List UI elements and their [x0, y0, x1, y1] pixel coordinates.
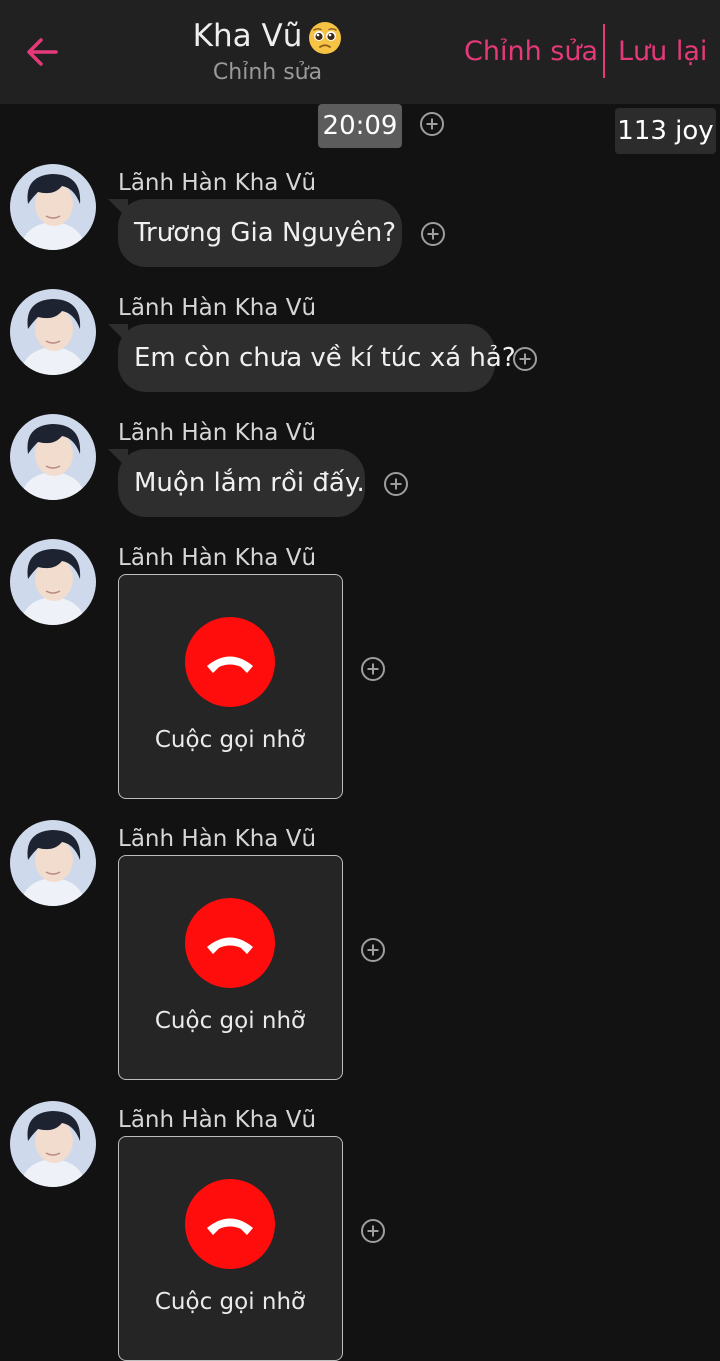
- missed-call-label: Cuộc gọi nhỡ: [154, 727, 306, 753]
- avatar[interactable]: [10, 164, 96, 250]
- avatar-photo: [10, 539, 96, 625]
- pleading-face-icon: [309, 21, 342, 54]
- missed-call-label: Cuộc gọi nhỡ: [154, 1289, 306, 1315]
- header-divider: [603, 24, 605, 78]
- add-reaction-icon[interactable]: [419, 220, 447, 248]
- sender-name: Lãnh Hàn Kha Vũ: [118, 826, 317, 852]
- message-bubble[interactable]: Muộn lắm rồi đấy.: [118, 449, 365, 517]
- missed-call-label: Cuộc gọi nhỡ: [154, 1008, 306, 1034]
- sender-name: Lãnh Hàn Kha Vũ: [118, 170, 317, 196]
- message-bubble[interactable]: Em còn chưa về kí túc xá hả?: [118, 324, 516, 392]
- missed-call-card[interactable]: Cuộc gọi nhỡ: [118, 574, 343, 799]
- add-reaction-icon[interactable]: [359, 1217, 387, 1245]
- add-reaction-icon[interactable]: [511, 345, 539, 373]
- conversation-title: Kha Vũ: [160, 16, 375, 56]
- avatar-photo: [10, 414, 96, 500]
- sender-name: Lãnh Hàn Kha Vũ: [118, 420, 317, 446]
- sender-name: Lãnh Hàn Kha Vũ: [118, 1107, 317, 1133]
- add-reaction-icon[interactable]: [359, 936, 387, 964]
- avatar-photo: [10, 820, 96, 906]
- phone-hangup-icon: [185, 617, 275, 707]
- phone-hangup-icon: [185, 1179, 275, 1269]
- avatar[interactable]: [10, 414, 96, 500]
- avatar-photo: [10, 289, 96, 375]
- conversation-title-block: Kha Vũ Chỉnh sửa: [160, 16, 375, 88]
- avatar[interactable]: [10, 539, 96, 625]
- sender-name: Lãnh Hàn Kha Vũ: [118, 295, 317, 321]
- header-subtitle: Chỉnh sửa: [212, 60, 323, 85]
- contact-name: Kha Vũ: [192, 18, 303, 54]
- missed-call-card[interactable]: Cuộc gọi nhỡ: [118, 1136, 343, 1361]
- missed-call-card[interactable]: Cuộc gọi nhỡ: [118, 855, 343, 1080]
- edit-button[interactable]: Chỉnh sửa: [464, 36, 598, 67]
- avatar-photo: [10, 164, 96, 250]
- avatar[interactable]: [10, 820, 96, 906]
- time-chip[interactable]: 20:09: [318, 104, 402, 148]
- top-bar: Kha Vũ Chỉnh sửa Chỉnh sửa Lưu lại: [0, 0, 720, 104]
- save-button[interactable]: Lưu lại: [618, 36, 707, 67]
- joy-badge[interactable]: 113 joy: [615, 108, 716, 154]
- back-arrow-icon[interactable]: [22, 32, 62, 72]
- sender-name: Lãnh Hàn Kha Vũ: [118, 545, 317, 571]
- avatar-photo: [10, 1101, 96, 1187]
- add-reaction-icon[interactable]: [382, 470, 410, 498]
- phone-hangup-icon: [185, 898, 275, 988]
- add-reaction-icon[interactable]: [359, 655, 387, 683]
- add-after-time-icon[interactable]: [418, 110, 446, 138]
- avatar[interactable]: [10, 289, 96, 375]
- avatar[interactable]: [10, 1101, 96, 1187]
- message-bubble[interactable]: Trương Gia Nguyên?: [118, 199, 402, 267]
